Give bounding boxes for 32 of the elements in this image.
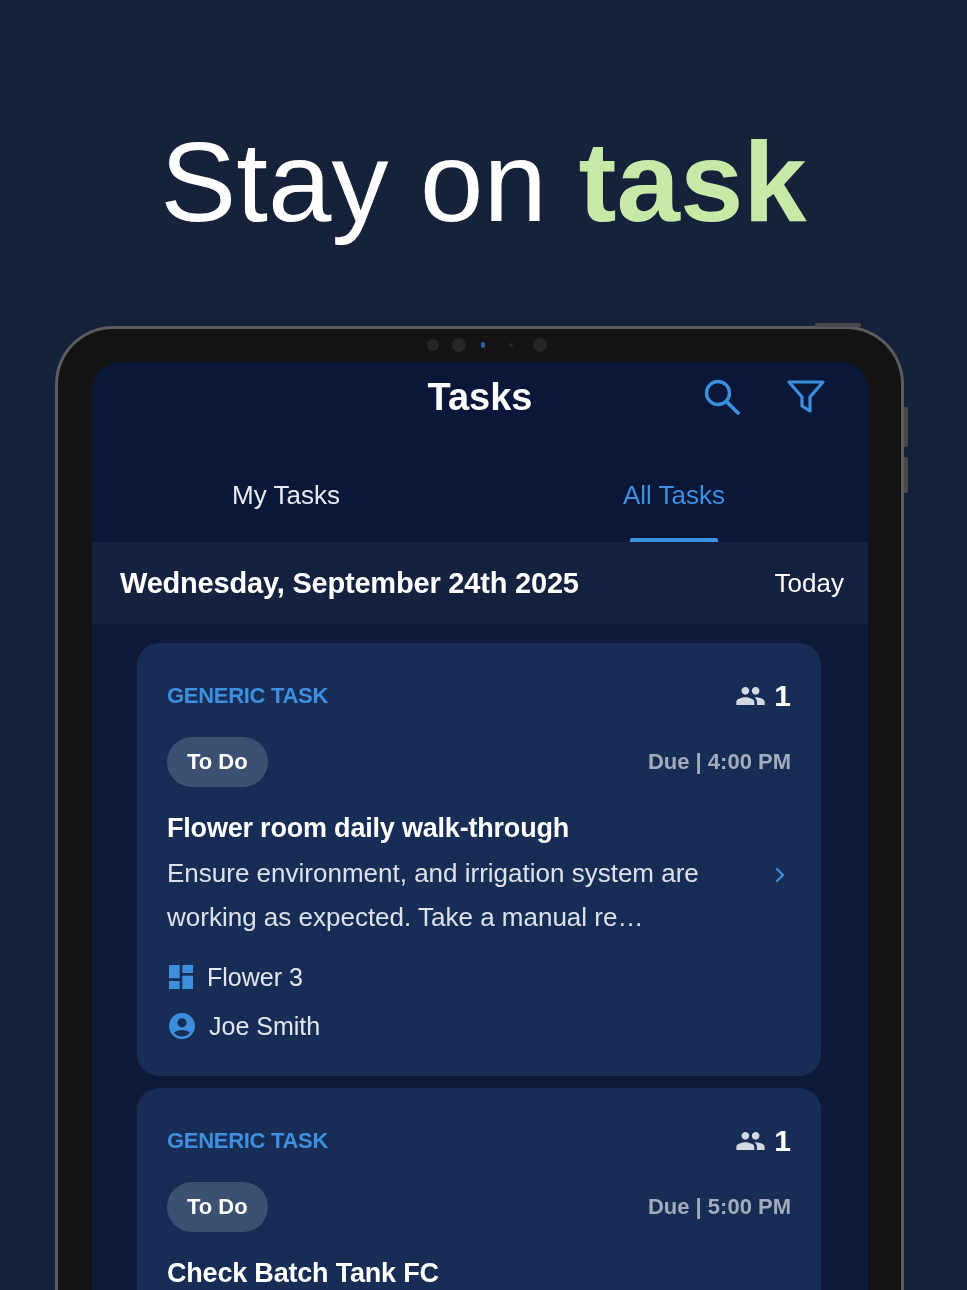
filter-icon[interactable]	[786, 379, 826, 415]
indicator-light-icon	[481, 342, 485, 348]
task-card[interactable]: GENERIC TASK 1 To Do Due | 5:00 PM Check Batch Tank FC	[137, 1088, 821, 1290]
chevron-right-icon	[775, 867, 785, 883]
task-type-label: GENERIC TASK	[167, 683, 328, 709]
tab[interactable]: My Tasks	[92, 432, 480, 542]
screen-title: Tasks	[427, 375, 533, 419]
power-button[interactable]	[815, 323, 861, 327]
assignee-count: 1	[774, 679, 791, 713]
status-chip: To Do	[167, 737, 268, 787]
people-icon	[736, 1132, 766, 1150]
volume-up-button[interactable]	[904, 407, 908, 447]
task-description: Ensure environment, and irrigation system are working as expected. Take a manual re…	[167, 857, 700, 934]
task-card[interactable]: GENERIC TASK 1 To Do Due | 4:00 PM Flower room daily walk-through Ensure environment, and irrigation system are working as expected. Take a manual re… Flower 3 Joe Smith	[137, 643, 821, 1076]
grid-icon	[169, 965, 193, 989]
task-title: Check Batch Tank FC	[167, 1257, 439, 1290]
due-time: Due | 4:00 PM	[647, 749, 791, 775]
due-time: Due | 5:00 PM	[647, 1194, 791, 1220]
status-chip: To Do	[167, 1182, 268, 1232]
people-icon	[736, 687, 766, 705]
location-label: Flower 3	[207, 962, 303, 992]
user-avatar-icon	[169, 1013, 195, 1039]
today-button[interactable]: Today	[774, 567, 844, 599]
task-type-label: GENERIC TASK	[167, 1128, 328, 1154]
headline: Stay on task	[159, 117, 808, 247]
task-title: Flower room daily walk-through	[167, 812, 571, 845]
assignee-name: Joe Smith	[209, 1011, 321, 1041]
volume-down-button[interactable]	[904, 457, 908, 493]
date-heading: Wednesday, September 24th 2025	[120, 566, 579, 600]
tab[interactable]: All Tasks	[480, 432, 868, 542]
assignee-count: 1	[774, 1124, 791, 1158]
search-icon[interactable]	[704, 379, 740, 415]
